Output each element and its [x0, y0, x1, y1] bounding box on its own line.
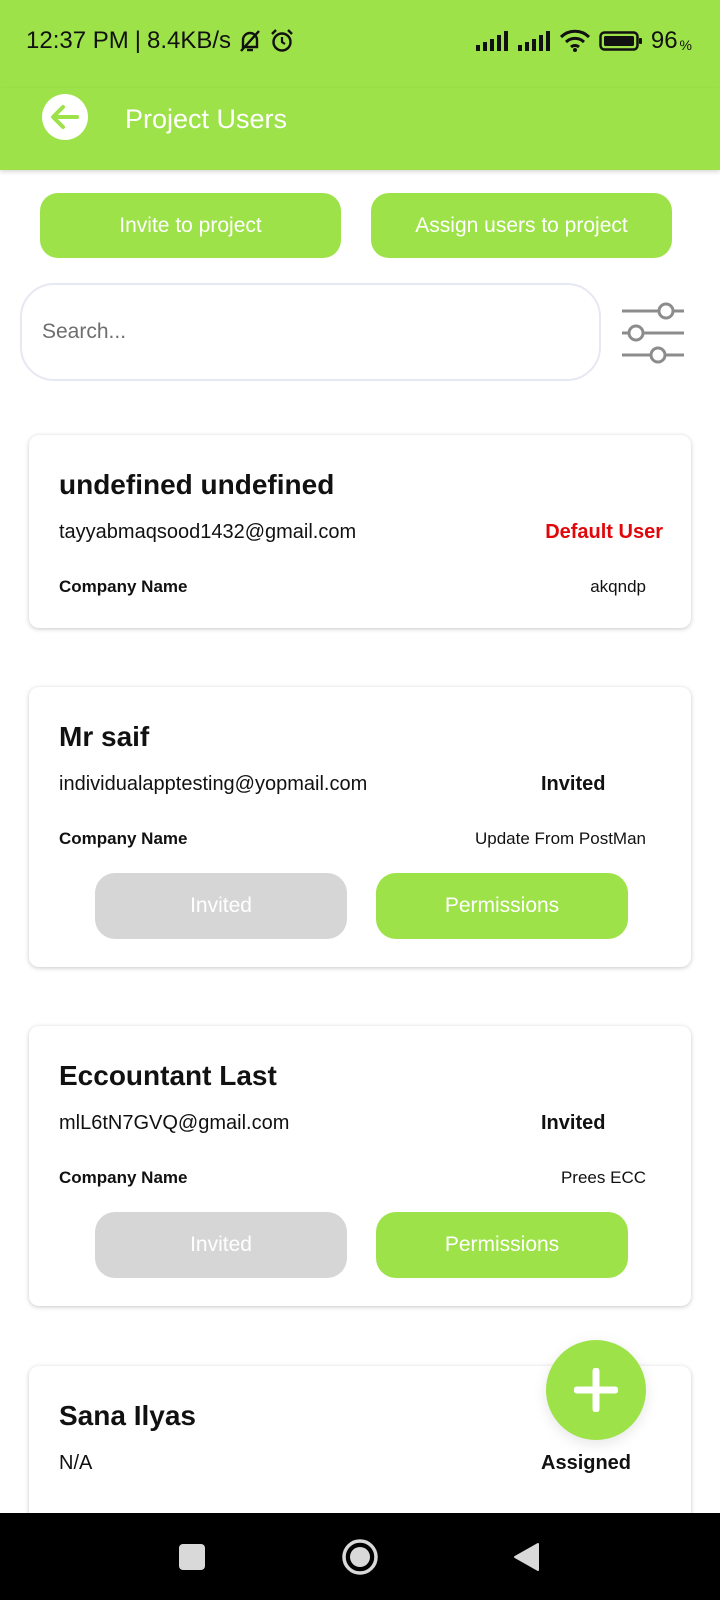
alarm-icon	[271, 29, 293, 52]
status-badge: Default User	[545, 521, 663, 543]
search-box	[20, 283, 601, 381]
user-name: undefined undefined	[59, 469, 335, 500]
company-name-label: Company Name	[59, 829, 188, 848]
user-card[interactable]: Eccountant Last mlL6tN7GVQ@gmail.com Inv…	[29, 1026, 691, 1306]
back-button[interactable]	[42, 94, 88, 140]
status-time: 12:37 PM	[26, 27, 129, 54]
user-card[interactable]: undefined undefined tayyabmaqsood1432@gm…	[29, 435, 691, 628]
user-email: mlL6tN7GVQ@gmail.com	[59, 1112, 290, 1134]
recents-square-icon	[179, 1543, 205, 1570]
filter-button[interactable]	[620, 300, 686, 366]
status-badge: Invited	[541, 1112, 606, 1134]
search-input[interactable]	[42, 320, 562, 344]
invited-button[interactable]: Invited	[95, 873, 347, 939]
user-name: Mr saif	[59, 721, 150, 752]
wifi-icon	[559, 29, 590, 52]
status-bar: 12:37 PM | 8.4KB/s 96 %	[0, 0, 720, 88]
page-title: Project Users	[125, 104, 288, 134]
signal-icon	[475, 31, 508, 51]
company-name-value: Update From PostMan	[474, 829, 646, 848]
permissions-button[interactable]: Permissions	[376, 1212, 628, 1278]
plus-icon	[574, 1368, 618, 1412]
battery-unit: %	[679, 37, 692, 53]
back-nav-button[interactable]	[471, 1513, 581, 1600]
status-separator: |	[134, 27, 141, 54]
user-email: tayyabmaqsood1432@gmail.com	[59, 521, 357, 543]
user-email: N/A	[59, 1452, 93, 1474]
arrow-left-icon	[51, 105, 79, 129]
status-right: 96 %	[475, 27, 692, 55]
recents-button[interactable]	[137, 1513, 247, 1600]
company-name-value: akqndp	[590, 577, 646, 596]
battery-percent: 96	[650, 27, 678, 54]
permissions-button[interactable]: Permissions	[376, 873, 628, 939]
status-badge: Assigned	[541, 1452, 632, 1474]
network-speed: 8.4KB/s	[146, 27, 232, 54]
back-triangle-icon	[514, 1542, 539, 1571]
invite-to-project-button[interactable]: Invite to project	[40, 193, 341, 258]
app-bar: Project Users	[0, 88, 720, 170]
company-name-value: Prees ECC	[560, 1168, 646, 1187]
status-badge: Invited	[541, 773, 606, 795]
home-circle-icon	[342, 1538, 378, 1575]
mute-bell-icon	[240, 30, 260, 52]
user-name: Eccountant Last	[59, 1060, 277, 1091]
company-name-label: Company Name	[59, 577, 188, 596]
battery-icon	[599, 31, 642, 51]
user-card[interactable]: Mr saif individualapptesting@yopmail.com…	[29, 687, 691, 967]
user-email: individualapptesting@yopmail.com	[59, 773, 368, 795]
invited-button[interactable]: Invited	[95, 1212, 347, 1278]
status-left: 12:37 PM | 8.4KB/s	[26, 27, 295, 55]
signal-icon	[517, 31, 550, 51]
assign-users-button[interactable]: Assign users to project	[371, 193, 672, 258]
user-name: Sana Ilyas	[59, 1400, 196, 1431]
add-user-button[interactable]	[546, 1340, 646, 1440]
home-button[interactable]	[305, 1513, 415, 1600]
system-nav-bar	[0, 1513, 720, 1600]
company-name-label: Company Name	[59, 1168, 188, 1187]
sliders-icon	[622, 302, 684, 364]
